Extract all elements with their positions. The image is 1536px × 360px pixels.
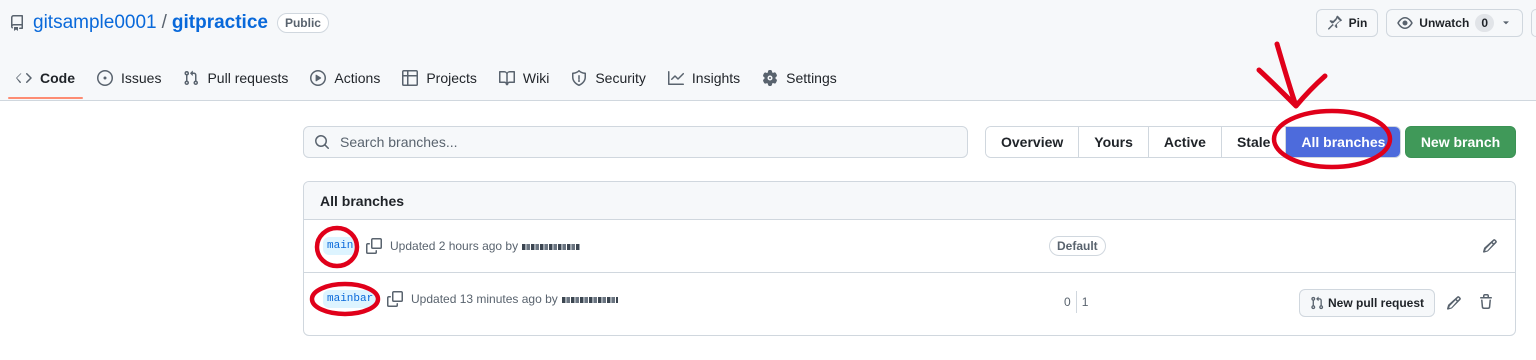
tab-label: Insights	[691, 70, 741, 86]
filter-yours[interactable]: Yours	[1079, 127, 1149, 157]
behind-count: 0	[1064, 295, 1071, 309]
table-icon	[402, 70, 419, 86]
caret-down-icon	[1503, 21, 1509, 25]
tab-label: Actions	[334, 70, 381, 86]
pin-label: Pin	[1348, 16, 1368, 30]
tab-label: Projects	[426, 70, 477, 86]
ahead-behind-count: 0 1	[1064, 291, 1088, 313]
pencil-icon[interactable]	[1482, 238, 1498, 254]
pin-icon	[1327, 15, 1342, 30]
branch-name-link[interactable]: mainbar	[323, 290, 378, 308]
issue-icon	[97, 70, 113, 86]
ahead-count: 1	[1081, 295, 1089, 309]
pull-request-icon	[1311, 296, 1324, 310]
repo-nav: Code Issues Pull requests Actions Projec…	[8, 58, 851, 99]
branches-table-heading: All branches	[304, 182, 1515, 220]
tab-wiki[interactable]: Wiki	[491, 58, 557, 98]
tab-actions[interactable]: Actions	[302, 58, 388, 98]
code-icon	[16, 73, 32, 83]
default-badge: Default	[1049, 236, 1106, 256]
unwatch-button[interactable]: Unwatch 0	[1386, 9, 1523, 37]
play-icon	[310, 70, 327, 86]
new-branch-button[interactable]: New branch	[1405, 126, 1516, 158]
branch-updated-info: Updated 13 minutes ago by	[411, 292, 618, 306]
pencil-icon[interactable]	[1446, 295, 1462, 311]
tab-label: Pull requests	[207, 70, 289, 86]
tab-code[interactable]: Code	[8, 58, 83, 99]
tab-label: Settings	[786, 70, 837, 86]
copy-icon[interactable]	[366, 238, 382, 254]
new-pull-request-label: New pull request	[1328, 296, 1425, 310]
new-pull-request-button[interactable]: New pull request	[1299, 289, 1436, 317]
search-branches-input[interactable]	[338, 133, 942, 151]
tab-label: Security	[595, 70, 646, 86]
repo-owner-link[interactable]: gitsample0001	[33, 12, 157, 34]
redacted-username	[522, 243, 581, 250]
repo-name-link[interactable]: gitpractice	[172, 12, 268, 34]
updated-text: Updated 2 hours ago by	[390, 239, 519, 253]
search-branches-box[interactable]	[303, 126, 968, 158]
pin-button[interactable]: Pin	[1315, 9, 1379, 37]
filter-overview[interactable]: Overview	[986, 127, 1080, 157]
repo-header-actions: Pin Unwatch 0	[1315, 9, 1536, 37]
trash-icon[interactable]	[1478, 294, 1494, 310]
branch-filter-tabs: Overview Yours Active Stale All branches	[985, 126, 1402, 158]
tab-pull-requests[interactable]: Pull requests	[175, 58, 296, 98]
tab-label: Code	[40, 70, 75, 86]
copy-icon[interactable]	[387, 291, 403, 307]
ahead-behind-divider	[1075, 291, 1077, 313]
tab-settings[interactable]: Settings	[754, 58, 845, 98]
repo-header: gitsample0001 / gitpractice Public Pin U…	[0, 0, 1536, 101]
branch-row-mainbar: mainbar Updated 13 minutes ago by 0 1 Ne…	[304, 273, 1515, 335]
updated-text: Updated 13 minutes ago by	[411, 292, 558, 306]
tab-issues[interactable]: Issues	[89, 58, 169, 98]
filter-stale[interactable]: Stale	[1221, 127, 1287, 157]
repo-path-separator: /	[161, 12, 167, 33]
pull-request-icon	[184, 70, 199, 86]
graph-icon	[667, 71, 684, 85]
book-icon	[498, 71, 515, 86]
filter-all-branches[interactable]: All branches	[1286, 127, 1401, 157]
eye-icon	[1397, 17, 1413, 29]
filter-active[interactable]: Active	[1148, 127, 1222, 157]
branch-row-main: main Updated 2 hours ago by Default	[304, 220, 1515, 273]
redacted-username	[561, 296, 618, 303]
branch-name-link[interactable]: main	[323, 237, 358, 255]
tab-label: Wiki	[522, 70, 550, 86]
branches-table: All branches main Updated 2 hours ago by…	[303, 181, 1516, 336]
tab-label: Issues	[121, 70, 162, 86]
watch-count: 0	[1475, 14, 1494, 32]
visibility-badge: Public	[276, 13, 329, 33]
fork-button-edge[interactable]	[1531, 9, 1536, 37]
repo-icon	[10, 15, 23, 31]
branch-updated-info: Updated 2 hours ago by	[390, 239, 581, 253]
gear-icon	[763, 70, 778, 86]
tab-projects[interactable]: Projects	[394, 58, 485, 98]
repo-title: gitsample0001 / gitpractice Public	[9, 11, 329, 35]
shield-icon	[572, 70, 587, 86]
tab-insights[interactable]: Insights	[660, 58, 748, 98]
unwatch-label: Unwatch	[1419, 16, 1470, 30]
search-icon	[315, 135, 329, 149]
tab-security[interactable]: Security	[563, 58, 654, 98]
